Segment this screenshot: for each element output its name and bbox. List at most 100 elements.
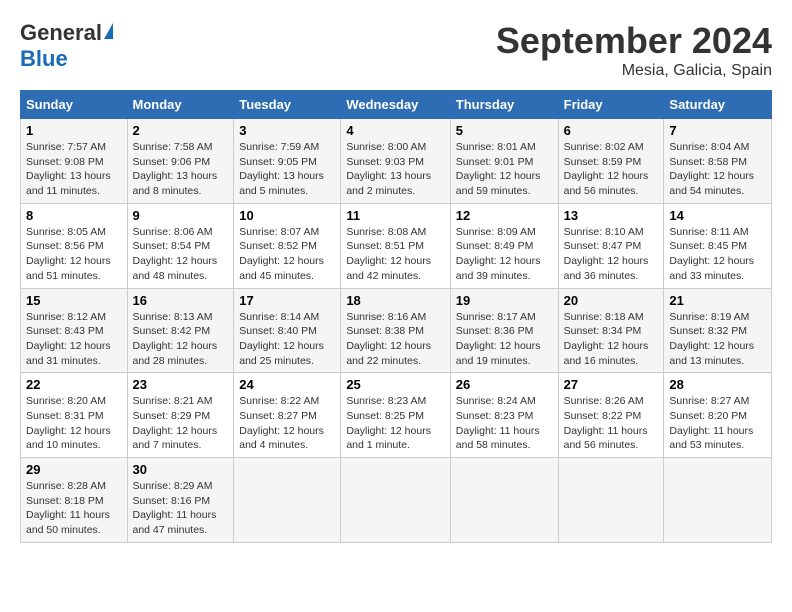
table-row: 4Sunrise: 8:00 AMSunset: 9:03 PMDaylight… [341, 119, 450, 204]
sunrise-text: Sunrise: 8:11 AM [669, 226, 748, 238]
table-row: 6Sunrise: 8:02 AMSunset: 8:59 PMDaylight… [558, 119, 664, 204]
day-number: 24 [239, 377, 335, 392]
daylight-text: Daylight: 12 hours and 36 minutes. [564, 255, 649, 282]
sunrise-text: Sunrise: 8:18 AM [564, 311, 644, 323]
day-number: 5 [456, 123, 553, 138]
daylight-text: Daylight: 13 hours and 8 minutes. [133, 170, 218, 197]
col-wednesday: Wednesday [341, 91, 450, 119]
sunset-text: Sunset: 8:43 PM [26, 325, 104, 337]
table-row: 14Sunrise: 8:11 AMSunset: 8:45 PMDayligh… [664, 203, 772, 288]
daylight-text: Daylight: 12 hours and 56 minutes. [564, 170, 649, 197]
table-row: 8Sunrise: 8:05 AMSunset: 8:56 PMDaylight… [21, 203, 128, 288]
day-number: 25 [346, 377, 444, 392]
sunrise-text: Sunrise: 8:07 AM [239, 226, 319, 238]
sunset-text: Sunset: 8:20 PM [669, 410, 747, 422]
sunset-text: Sunset: 8:56 PM [26, 240, 104, 252]
day-number: 18 [346, 293, 444, 308]
logo-icon [104, 23, 113, 39]
daylight-text: Daylight: 13 hours and 5 minutes. [239, 170, 324, 197]
sunset-text: Sunset: 9:05 PM [239, 156, 317, 168]
day-number: 20 [564, 293, 659, 308]
daylight-text: Daylight: 12 hours and 42 minutes. [346, 255, 431, 282]
day-number: 9 [133, 208, 229, 223]
col-monday: Monday [127, 91, 234, 119]
sunset-text: Sunset: 8:52 PM [239, 240, 317, 252]
sunset-text: Sunset: 8:22 PM [564, 410, 642, 422]
table-row: 5Sunrise: 8:01 AMSunset: 9:01 PMDaylight… [450, 119, 558, 204]
sunrise-text: Sunrise: 8:05 AM [26, 226, 106, 238]
location-title: Mesia, Galicia, Spain [496, 62, 772, 80]
sunrise-text: Sunrise: 8:29 AM [133, 480, 213, 492]
sunrise-text: Sunrise: 8:01 AM [456, 141, 536, 153]
daylight-text: Daylight: 12 hours and 31 minutes. [26, 340, 111, 367]
sunset-text: Sunset: 8:23 PM [456, 410, 534, 422]
sunrise-text: Sunrise: 7:58 AM [133, 141, 213, 153]
sunset-text: Sunset: 8:16 PM [133, 495, 211, 507]
sunrise-text: Sunrise: 8:13 AM [133, 311, 213, 323]
sunrise-text: Sunrise: 7:57 AM [26, 141, 106, 153]
day-number: 14 [669, 208, 766, 223]
daylight-text: Daylight: 12 hours and 25 minutes. [239, 340, 324, 367]
day-number: 13 [564, 208, 659, 223]
day-number: 7 [669, 123, 766, 138]
table-row [450, 458, 558, 543]
table-row: 21Sunrise: 8:19 AMSunset: 8:32 PMDayligh… [664, 288, 772, 373]
table-row: 28Sunrise: 8:27 AMSunset: 8:20 PMDayligh… [664, 373, 772, 458]
sunrise-text: Sunrise: 8:22 AM [239, 395, 319, 407]
daylight-text: Daylight: 12 hours and 51 minutes. [26, 255, 111, 282]
sunset-text: Sunset: 8:51 PM [346, 240, 424, 252]
table-row: 19Sunrise: 8:17 AMSunset: 8:36 PMDayligh… [450, 288, 558, 373]
daylight-text: Daylight: 12 hours and 28 minutes. [133, 340, 218, 367]
sunset-text: Sunset: 8:34 PM [564, 325, 642, 337]
sunrise-text: Sunrise: 8:16 AM [346, 311, 426, 323]
sunrise-text: Sunrise: 8:23 AM [346, 395, 426, 407]
calendar-week-row: 1Sunrise: 7:57 AMSunset: 9:08 PMDaylight… [21, 119, 772, 204]
sunrise-text: Sunrise: 8:04 AM [669, 141, 749, 153]
sunrise-text: Sunrise: 8:09 AM [456, 226, 536, 238]
table-row: 10Sunrise: 8:07 AMSunset: 8:52 PMDayligh… [234, 203, 341, 288]
daylight-text: Daylight: 13 hours and 11 minutes. [26, 170, 111, 197]
sunrise-text: Sunrise: 8:14 AM [239, 311, 319, 323]
logo: General Blue [20, 20, 113, 72]
calendar-title-area: September 2024 Mesia, Galicia, Spain [496, 20, 772, 80]
daylight-text: Daylight: 11 hours and 56 minutes. [564, 425, 648, 452]
sunrise-text: Sunrise: 8:28 AM [26, 480, 106, 492]
sunset-text: Sunset: 9:06 PM [133, 156, 211, 168]
sunset-text: Sunset: 8:27 PM [239, 410, 317, 422]
day-number: 3 [239, 123, 335, 138]
calendar-week-row: 8Sunrise: 8:05 AMSunset: 8:56 PMDaylight… [21, 203, 772, 288]
day-number: 26 [456, 377, 553, 392]
table-row: 22Sunrise: 8:20 AMSunset: 8:31 PMDayligh… [21, 373, 128, 458]
sunset-text: Sunset: 8:29 PM [133, 410, 211, 422]
calendar-table: Sunday Monday Tuesday Wednesday Thursday… [20, 90, 772, 543]
sunset-text: Sunset: 8:32 PM [669, 325, 747, 337]
table-row: 16Sunrise: 8:13 AMSunset: 8:42 PMDayligh… [127, 288, 234, 373]
table-row: 15Sunrise: 8:12 AMSunset: 8:43 PMDayligh… [21, 288, 128, 373]
table-row: 7Sunrise: 8:04 AMSunset: 8:58 PMDaylight… [664, 119, 772, 204]
table-row: 26Sunrise: 8:24 AMSunset: 8:23 PMDayligh… [450, 373, 558, 458]
day-number: 23 [133, 377, 229, 392]
sunset-text: Sunset: 8:47 PM [564, 240, 642, 252]
sunrise-text: Sunrise: 8:19 AM [669, 311, 749, 323]
logo-blue-text: Blue [20, 46, 68, 71]
daylight-text: Daylight: 11 hours and 58 minutes. [456, 425, 540, 452]
table-row: 29Sunrise: 8:28 AMSunset: 8:18 PMDayligh… [21, 458, 128, 543]
day-number: 2 [133, 123, 229, 138]
table-row [558, 458, 664, 543]
table-row [341, 458, 450, 543]
sunrise-text: Sunrise: 7:59 AM [239, 141, 319, 153]
daylight-text: Daylight: 12 hours and 16 minutes. [564, 340, 649, 367]
col-thursday: Thursday [450, 91, 558, 119]
daylight-text: Daylight: 12 hours and 13 minutes. [669, 340, 754, 367]
table-row: 13Sunrise: 8:10 AMSunset: 8:47 PMDayligh… [558, 203, 664, 288]
table-row [664, 458, 772, 543]
daylight-text: Daylight: 12 hours and 10 minutes. [26, 425, 111, 452]
day-number: 30 [133, 462, 229, 477]
day-number: 6 [564, 123, 659, 138]
day-number: 12 [456, 208, 553, 223]
day-number: 4 [346, 123, 444, 138]
daylight-text: Daylight: 12 hours and 48 minutes. [133, 255, 218, 282]
sunrise-text: Sunrise: 8:17 AM [456, 311, 536, 323]
day-number: 11 [346, 208, 444, 223]
sunrise-text: Sunrise: 8:08 AM [346, 226, 426, 238]
